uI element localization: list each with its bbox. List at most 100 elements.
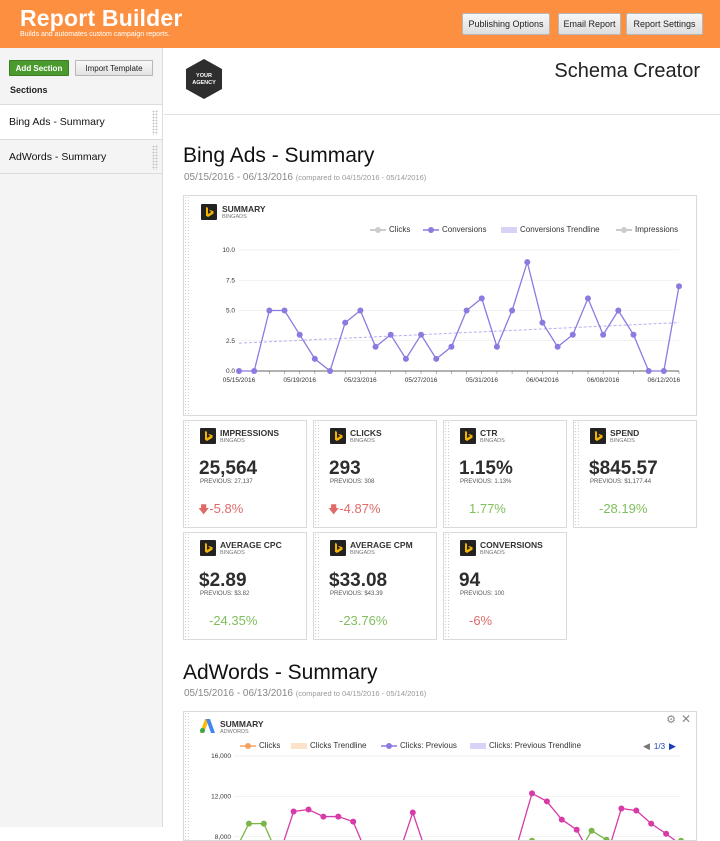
conversions-point xyxy=(554,343,561,350)
conversions-point xyxy=(524,259,531,266)
add-section-button[interactable]: Add Section xyxy=(9,60,69,76)
clicks-previouspoint xyxy=(648,820,655,827)
conversions-point xyxy=(478,295,485,302)
kpi-delta-text: -23.76% xyxy=(339,613,388,628)
kpi-source: BINGADS xyxy=(610,438,635,444)
kpi-delta-text: -28.19% xyxy=(599,501,648,516)
conversions-point xyxy=(630,331,637,338)
y-tick-label: 5.0 xyxy=(226,308,235,315)
sidebar-item-adwords-summary[interactable]: AdWords - Summary xyxy=(0,139,162,174)
adwords-summary-chart-card[interactable]: SUMMARY ADWORDS ⚙ ✕ Clicks Clicks Trendl… xyxy=(183,711,697,841)
clicks-previouspoint xyxy=(290,808,297,815)
y-tick-label: 10.0 xyxy=(222,247,235,254)
card-drag-handle[interactable] xyxy=(314,421,320,527)
conversions-point xyxy=(433,355,440,362)
kpi-title: SPEND xyxy=(610,428,640,438)
bing-date-range: 05/15/2016 - 06/13/2016 (compared to 04/… xyxy=(184,172,426,183)
kpi-delta: 1.77% xyxy=(469,501,506,516)
conversions-point xyxy=(342,319,349,326)
conversions-point xyxy=(387,331,394,338)
kpi-value: 293 xyxy=(329,458,361,479)
conversions-point xyxy=(266,307,273,314)
date-range-text: 05/15/2016 - 06/13/2016 xyxy=(184,172,293,183)
schema-title: Schema Creator xyxy=(554,60,700,82)
conversions-point xyxy=(357,307,364,314)
kpi-value: $2.89 xyxy=(199,570,247,591)
clicks-previouspoint xyxy=(409,809,416,816)
import-template-button[interactable]: Import Template xyxy=(75,60,153,76)
card-drag-handle[interactable] xyxy=(184,533,190,639)
drag-handle-icon[interactable] xyxy=(152,110,158,135)
conversions-point xyxy=(509,307,516,314)
sidebar-item-bing-ads-summary[interactable]: Bing Ads - Summary xyxy=(0,104,162,139)
kpi-card-average-cpc[interactable]: AVERAGE CPC BINGADS $2.89 PREVIOUS: $3.8… xyxy=(183,532,307,640)
kpi-title: CLICKS xyxy=(350,428,382,438)
kpi-card-conversions[interactable]: CONVERSIONS BINGADS 94 PREVIOUS: 100 -6% xyxy=(443,532,567,640)
conversions-point xyxy=(236,368,242,374)
x-tick-label: 06/12/2016 xyxy=(648,377,681,384)
conversions-point xyxy=(569,331,576,338)
clicks-previouspoint xyxy=(529,790,535,797)
kpi-delta: -28.19% xyxy=(599,501,647,516)
kpi-card-clicks[interactable]: CLICKS BINGADS 293 PREVIOUS: 308 🡇-4.87% xyxy=(313,420,437,528)
conversions-point xyxy=(645,368,652,374)
clicks-previouspoint xyxy=(543,798,550,805)
kpi-value: 25,564 xyxy=(199,458,258,479)
kpi-title: CONVERSIONS xyxy=(480,540,543,550)
card-drag-handle[interactable] xyxy=(444,533,450,639)
kpi-delta-text: -5.8% xyxy=(209,501,244,516)
publishing-options-button[interactable]: Publishing Options xyxy=(462,13,550,35)
kpi-delta-text: -4.87% xyxy=(339,501,381,516)
kpi-title: AVERAGE CPM xyxy=(350,540,413,550)
kpi-source: BINGADS xyxy=(220,550,245,556)
conversions-point xyxy=(281,307,288,314)
y-tick-label: 12,000 xyxy=(211,793,231,800)
clicks-previouspoint xyxy=(573,826,580,833)
clicks-previouspoint xyxy=(335,813,342,820)
kpi-previous: PREVIOUS: 308 xyxy=(330,479,375,485)
logo-line-2: AGENCY xyxy=(192,80,216,86)
kpi-delta-text: 1.77% xyxy=(469,501,506,516)
date-range-text: 05/15/2016 - 06/13/2016 xyxy=(184,688,293,699)
adwords-section-title: AdWords - Summary xyxy=(183,661,378,684)
app-tagline: Builds and automates custom campaign rep… xyxy=(20,31,170,38)
kpi-value: 1.15% xyxy=(459,458,513,479)
kpi-source: BINGADS xyxy=(350,550,375,556)
kpi-card-impressions[interactable]: IMPRESSIONS BINGADS 25,564 PREVIOUS: 27,… xyxy=(183,420,307,528)
kpi-value: 94 xyxy=(459,570,481,591)
sections-heading: Sections xyxy=(10,85,48,95)
conversions-point xyxy=(539,319,546,326)
clicks-previousseries-line xyxy=(283,792,676,840)
kpi-source: BINGADS xyxy=(480,550,505,556)
report-settings-button[interactable]: Report Settings xyxy=(626,13,703,35)
kpi-previous: PREVIOUS: 27,137 xyxy=(200,479,253,485)
card-drag-handle[interactable] xyxy=(444,421,450,527)
agency-logo: YOUR AGENCY xyxy=(186,59,222,99)
email-report-button[interactable]: Email Report xyxy=(558,13,621,35)
card-drag-handle[interactable] xyxy=(314,533,320,639)
sidebar-item-label: Bing Ads - Summary xyxy=(9,116,105,128)
conversions-point xyxy=(615,307,622,314)
kpi-card-ctr[interactable]: CTR BINGADS 1.15% PREVIOUS: 1.13% 1.77% xyxy=(443,420,567,528)
kpi-card-average-cpm[interactable]: AVERAGE CPM BINGADS $33.08 PREVIOUS: $43… xyxy=(313,532,437,640)
y-tick-label: 2.5 xyxy=(226,338,235,345)
card-drag-handle[interactable] xyxy=(574,421,580,527)
kpi-source: BINGADS xyxy=(480,438,505,444)
bing-icon xyxy=(330,540,346,556)
clickspoint xyxy=(260,820,267,827)
card-drag-handle[interactable] xyxy=(184,421,190,527)
kpi-previous: PREVIOUS: 1.13% xyxy=(460,479,512,485)
bing-icon xyxy=(460,540,476,556)
clickspoint xyxy=(678,837,684,840)
kpi-title: CTR xyxy=(480,428,498,438)
drag-handle-icon[interactable] xyxy=(152,145,158,170)
kpi-previous: PREVIOUS: $1,177.44 xyxy=(590,479,652,485)
kpi-delta-text: -6% xyxy=(469,613,493,628)
kpi-card-spend[interactable]: SPEND BINGADS $845.57 PREVIOUS: $1,177.4… xyxy=(573,420,697,528)
sidebar: Add Section Import Template Sections Bin… xyxy=(0,48,163,827)
clickspoint xyxy=(603,836,610,840)
kpi-value: $845.57 xyxy=(589,458,658,479)
kpi-delta: 🡇-5.8% xyxy=(198,501,243,520)
app-title: Report Builder xyxy=(20,5,183,31)
bing-summary-chart-card[interactable]: SUMMARY BINGADS Clicks Conversions Conve… xyxy=(183,195,697,416)
